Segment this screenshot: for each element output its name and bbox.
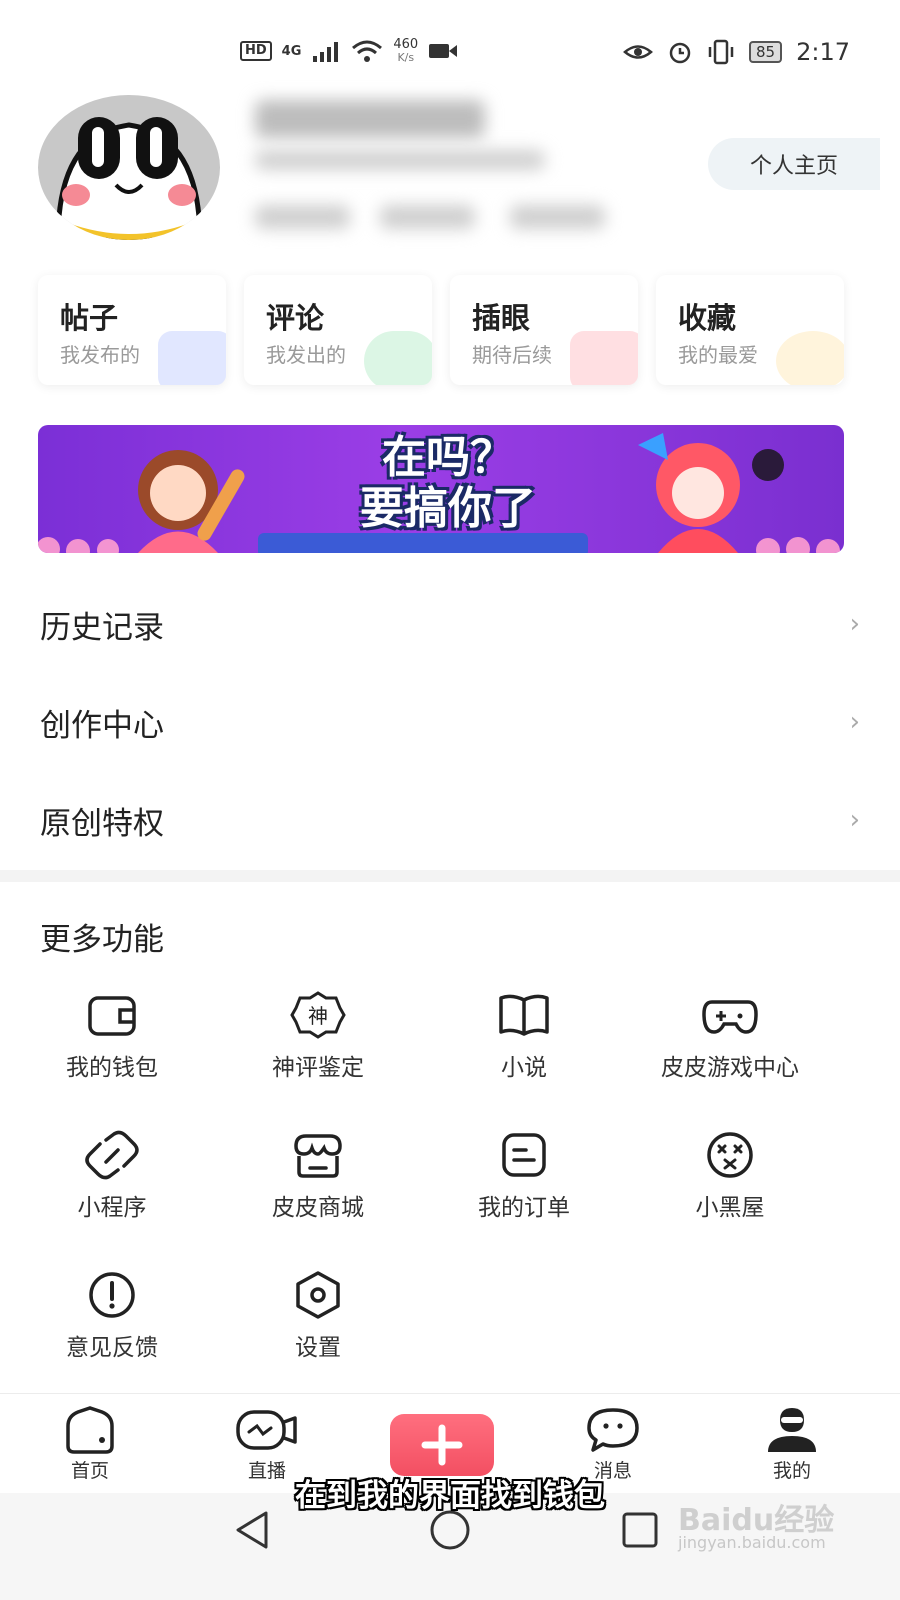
card-subtitle: 我发布的 (60, 343, 140, 367)
star-decor-icon (776, 331, 844, 385)
menu-item-label: 历史记录 (40, 609, 164, 646)
feature-label: 意见反馈 (66, 1335, 158, 1361)
feature-orders[interactable]: 我的订单 (421, 1130, 627, 1222)
feature-label: 我的订单 (478, 1195, 570, 1221)
hexagon-settings-icon (296, 1271, 340, 1319)
menu-item-creator-center[interactable]: 创作中心 › (0, 673, 900, 771)
video-record-icon (429, 44, 458, 58)
plus-icon (421, 1424, 463, 1466)
svg-text:神: 神 (308, 1004, 328, 1028)
menu-item-label: 原创特权 (40, 805, 164, 842)
banner-headline: 在吗？ 要搞你了 (360, 432, 536, 535)
back-icon (236, 1511, 268, 1549)
book-icon (499, 994, 549, 1036)
create-post-button[interactable] (390, 1414, 494, 1476)
feature-label: 我的钱包 (66, 1055, 158, 1081)
card-subtitle: 期待后续 (472, 343, 552, 367)
feature-label: 神评鉴定 (272, 1055, 364, 1081)
recents-icon (622, 1512, 658, 1548)
wallet-icon (88, 996, 136, 1036)
card-title: 收藏 (678, 301, 737, 335)
link-icon (85, 1130, 139, 1180)
card-subtitle: 我发出的 (266, 343, 346, 367)
feature-label: 皮皮商城 (272, 1195, 364, 1221)
card-posts[interactable]: 帖子 我发布的 (38, 275, 226, 385)
chevron-right-icon: › (849, 609, 860, 639)
card-bookmark-eye[interactable]: 插眼 期待后续 (450, 275, 638, 385)
stat-blurred-2 (380, 205, 475, 229)
more-features-title: 更多功能 (40, 922, 164, 958)
wifi-icon (352, 40, 383, 62)
feature-shen-review[interactable]: 神 神评鉴定 (215, 990, 421, 1082)
card-title: 评论 (266, 301, 325, 335)
message-icon (587, 1408, 639, 1452)
avatar-face-icon (55, 117, 203, 240)
feature-feedback[interactable]: 意见反馈 (9, 1270, 215, 1362)
battery-indicator: 85 (749, 41, 783, 63)
signal-icon (313, 42, 339, 62)
card-subtitle: 我的最爱 (678, 343, 758, 367)
status-bar: HD 4G 460 K/s 85 2:17 (0, 30, 900, 74)
exclamation-icon (89, 1272, 135, 1318)
card-title: 插眼 (472, 301, 531, 335)
promo-banner[interactable]: 在吗？ 要搞你了 (38, 425, 844, 553)
network-speed: 460 K/s (393, 37, 419, 64)
chevron-right-icon: › (849, 707, 860, 737)
menu-item-original-privileges[interactable]: 原创特权 › (0, 771, 900, 869)
live-camera-icon (236, 1410, 297, 1450)
feature-novel[interactable]: 小说 (421, 990, 627, 1082)
shen-badge-icon: 神 (290, 991, 346, 1039)
card-title: 帖子 (60, 301, 119, 335)
clock: 2:17 (796, 38, 850, 66)
stat-blurred-3 (510, 205, 605, 229)
feature-label: 皮皮游戏中心 (661, 1055, 799, 1081)
menu-list: 历史记录 › 创作中心 › 原创特权 › (0, 575, 900, 869)
avatar[interactable] (38, 95, 220, 240)
chevron-right-icon: › (849, 805, 860, 835)
feature-label: 小说 (501, 1055, 547, 1081)
feature-game-center[interactable]: 皮皮游戏中心 (627, 990, 833, 1082)
feature-blackroom[interactable]: 小黑屋 (627, 1130, 833, 1222)
username-blurred (255, 100, 485, 138)
menu-item-label: 创作中心 (40, 707, 164, 744)
posts-decor-icon (158, 331, 226, 385)
comments-decor-icon (364, 331, 432, 385)
gamepad-icon (702, 1000, 758, 1034)
feature-mini-program[interactable]: 小程序 (9, 1130, 215, 1222)
home-circle-icon (430, 1510, 470, 1550)
profile-icon (768, 1408, 816, 1452)
vibrate-icon (708, 39, 734, 65)
shop-icon (294, 1134, 342, 1178)
eye-decor-icon (570, 331, 638, 385)
feature-label: 小程序 (77, 1195, 147, 1221)
card-comments[interactable]: 评论 我发出的 (244, 275, 432, 385)
baidu-watermark: Baidu经验 jingyan.baidu.com (678, 1503, 835, 1552)
eye-comfort-icon (623, 45, 653, 59)
menu-item-history[interactable]: 历史记录 › (0, 575, 900, 673)
feature-label: 小黑屋 (695, 1195, 765, 1221)
feature-shop[interactable]: 皮皮商城 (215, 1130, 421, 1222)
feature-label: 设置 (295, 1335, 341, 1361)
quick-cards: 帖子 我发布的 评论 我发出的 插眼 期待后续 收藏 我的最爱 (38, 275, 844, 385)
alarm-icon (669, 42, 691, 64)
feature-settings[interactable]: 设置 (215, 1270, 421, 1362)
feature-wallet[interactable]: 我的钱包 (9, 990, 215, 1082)
section-divider (0, 870, 900, 882)
personal-homepage-button[interactable]: 个人主页 (708, 138, 880, 190)
card-favorites[interactable]: 收藏 我的最爱 (656, 275, 844, 385)
network-type: 4G (281, 43, 302, 59)
dizzy-face-icon (707, 1132, 753, 1178)
stat-blurred-1 (255, 205, 350, 229)
order-icon (502, 1133, 546, 1177)
hd-indicator: HD (240, 41, 272, 61)
user-info-blurred (255, 150, 545, 170)
home-icon (66, 1406, 114, 1454)
